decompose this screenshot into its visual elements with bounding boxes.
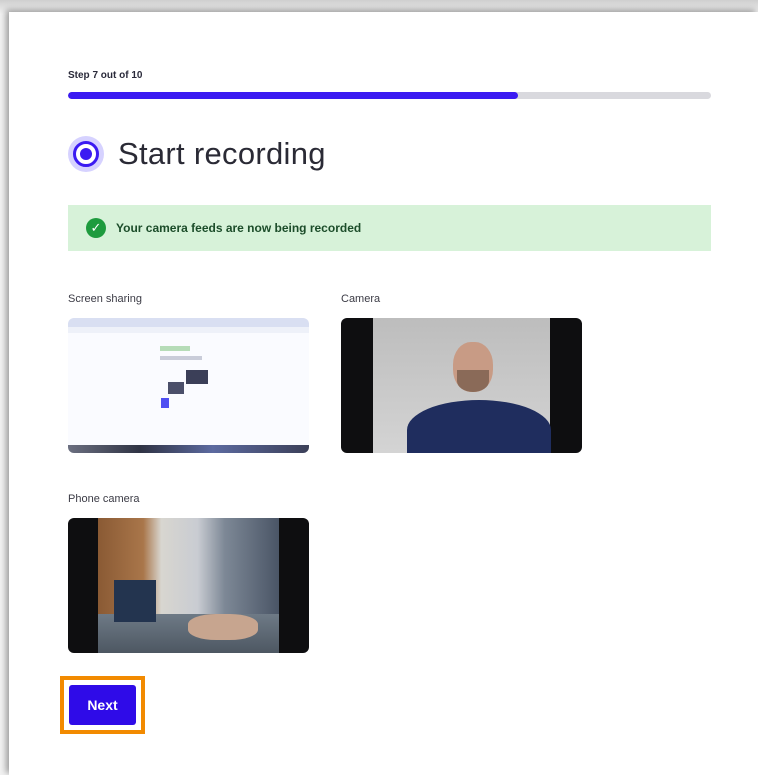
step-indicator: Step 7 out of 10 [68,70,143,81]
next-button[interactable]: Next [69,685,136,725]
progress-bar [68,92,711,99]
recording-card: Step 7 out of 10 Start recording ✓ Your … [9,12,758,775]
title-row: Start recording [68,134,326,174]
page-title: Start recording [118,136,326,171]
check-circle-icon: ✓ [86,218,106,238]
screen-sharing-label: Screen sharing [68,293,142,305]
camera-preview [341,318,582,453]
phone-camera-preview [68,518,309,653]
record-icon [68,136,104,172]
phone-camera-label: Phone camera [68,493,140,505]
window-frame: Step 7 out of 10 Start recording ✓ Your … [0,0,758,775]
progress-bar-fill [68,92,519,99]
success-banner: ✓ Your camera feeds are now being record… [68,205,711,251]
screen-sharing-preview [68,318,309,453]
success-banner-text: Your camera feeds are now being recorded [116,221,362,235]
camera-label: Camera [341,293,381,305]
